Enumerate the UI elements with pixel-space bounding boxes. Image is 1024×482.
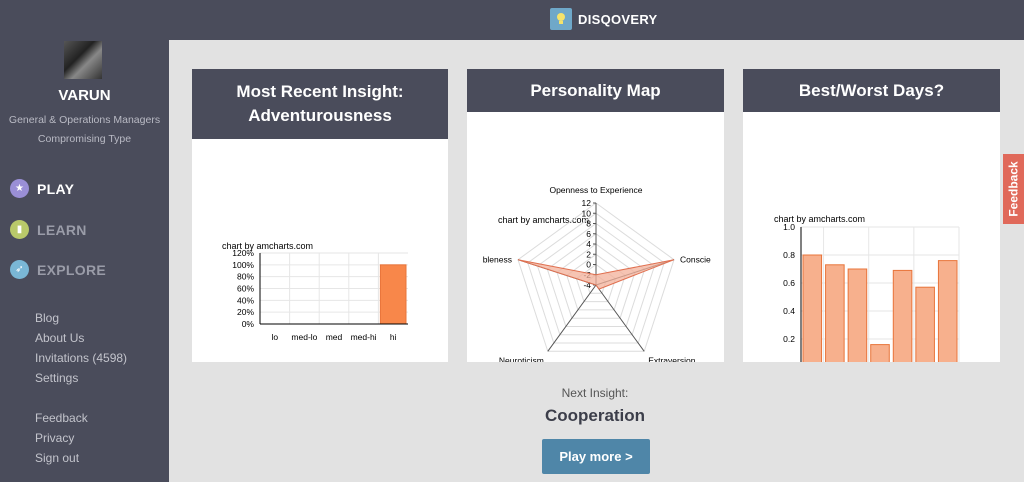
y-tick-label: 0.8 bbox=[783, 250, 795, 260]
user-role: General & Operations Managers bbox=[8, 114, 161, 126]
brand-name: DISQOVERY bbox=[578, 11, 658, 27]
personality-card-title: Personality Map bbox=[530, 80, 661, 100]
personality-radar-chart: chart by amcharts.com121086420-2-4Openne… bbox=[483, 185, 711, 362]
user-type: Compromising Type bbox=[37, 133, 132, 145]
link-signout[interactable]: Sign out bbox=[35, 451, 79, 465]
play-more-button[interactable]: Play more > bbox=[542, 439, 650, 474]
radar-axis-label: Openness to Experience bbox=[549, 185, 642, 195]
radar-scale-label: 2 bbox=[586, 249, 591, 259]
radar-scale-label: 0 bbox=[586, 260, 591, 270]
compass-icon: ➶ bbox=[10, 260, 29, 279]
bar bbox=[892, 269, 913, 362]
link-invitations[interactable]: Invitations (4598) bbox=[35, 351, 127, 365]
bar bbox=[802, 254, 823, 362]
y-tick-label: 120% bbox=[232, 248, 254, 258]
y-tick-label: 0% bbox=[242, 319, 255, 329]
radar-axis-label: bleness bbox=[483, 255, 512, 265]
y-tick-label: 0.2 bbox=[783, 334, 795, 344]
adventurousness-chart: chart by amcharts.com0%20%40%60%80%100%1… bbox=[222, 241, 408, 342]
star-icon: ★ bbox=[10, 179, 29, 198]
radar-axis-label: Conscie bbox=[680, 255, 711, 265]
y-tick-label: 0.6 bbox=[783, 278, 795, 288]
nav-explore[interactable]: ➶ EXPLORE bbox=[10, 260, 106, 279]
sidebar: VARUN General & Operations Managers Comp… bbox=[0, 0, 169, 482]
y-tick-label: 1.0 bbox=[783, 222, 795, 232]
y-tick-label: 100% bbox=[232, 260, 254, 270]
radar-axis-label: Neuroticism bbox=[499, 355, 544, 362]
chart-credit: chart by amcharts.com bbox=[498, 215, 589, 225]
y-tick-label: 60% bbox=[237, 284, 254, 294]
days-card: Best/Worst Days? chart by amcharts.com 0.… bbox=[743, 69, 1000, 362]
nav-learn-label: LEARN bbox=[37, 221, 87, 238]
link-feedback[interactable]: Feedback bbox=[35, 411, 88, 425]
bar bbox=[379, 264, 407, 325]
lightbulb-icon bbox=[550, 8, 572, 30]
radar-scale-label: 6 bbox=[586, 229, 591, 239]
y-tick-label: 80% bbox=[237, 272, 254, 282]
next-insight-title: Cooperation bbox=[544, 406, 646, 425]
nav-play[interactable]: ★ PLAY bbox=[10, 179, 74, 198]
y-tick-label: 40% bbox=[237, 295, 254, 305]
nav-learn[interactable]: ▮ LEARN bbox=[10, 220, 87, 239]
radar-axis-label: Extraversion bbox=[648, 355, 696, 362]
x-tick-label: med-hi bbox=[351, 332, 377, 342]
days-card-title: Best/Worst Days? bbox=[798, 80, 945, 100]
link-privacy[interactable]: Privacy bbox=[35, 431, 74, 445]
x-tick-label: med-lo bbox=[291, 332, 317, 342]
feedback-tab[interactable]: Feedback bbox=[1003, 154, 1024, 224]
x-tick-label: hi bbox=[390, 332, 397, 342]
bar bbox=[937, 260, 958, 362]
insight-card-title-line2: Adventurousness bbox=[248, 106, 392, 125]
link-blog[interactable]: Blog bbox=[35, 311, 59, 325]
y-tick-label: 20% bbox=[237, 307, 254, 317]
bar bbox=[825, 264, 845, 362]
personality-card: Personality Map chart by amcharts.com 12 1… bbox=[467, 69, 724, 362]
user-name: VARUN bbox=[58, 87, 111, 104]
brand[interactable]: DISQOVERY bbox=[550, 8, 658, 30]
book-icon: ▮ bbox=[10, 220, 29, 239]
days-bar-chart: chart by amcharts.com0.00.20.40.60.81.0s… bbox=[774, 214, 960, 362]
bar bbox=[870, 344, 890, 362]
x-tick-label: med bbox=[326, 332, 343, 342]
radar-scale-label: 8 bbox=[586, 219, 591, 229]
radar-scale-label: 10 bbox=[582, 208, 592, 218]
avatar[interactable] bbox=[64, 41, 102, 79]
insight-card: Most Recent Insight: Adventurousness cha… bbox=[192, 69, 448, 362]
radar-scale-label: 12 bbox=[582, 198, 592, 208]
feedback-tab-label: Feedback bbox=[1006, 161, 1021, 217]
nav-explore-label: EXPLORE bbox=[37, 261, 107, 278]
radar-scale-label: 4 bbox=[586, 239, 591, 249]
insight-card-header: Most Recent Insight: Adventurousness bbox=[192, 69, 448, 139]
nav-play-label: PLAY bbox=[37, 180, 75, 197]
days-card-header: Best/Worst Days? bbox=[743, 69, 1000, 112]
link-about[interactable]: About Us bbox=[35, 331, 84, 345]
bar bbox=[915, 286, 935, 362]
x-tick-label: lo bbox=[271, 332, 278, 342]
link-settings[interactable]: Settings bbox=[35, 371, 78, 385]
next-insight-label: Next Insight: bbox=[561, 386, 629, 400]
personality-card-header: Personality Map bbox=[467, 69, 724, 112]
insight-card-title-line1: Most Recent Insight: bbox=[236, 82, 404, 101]
y-tick-label: 0.4 bbox=[783, 306, 795, 316]
bar bbox=[847, 268, 868, 362]
